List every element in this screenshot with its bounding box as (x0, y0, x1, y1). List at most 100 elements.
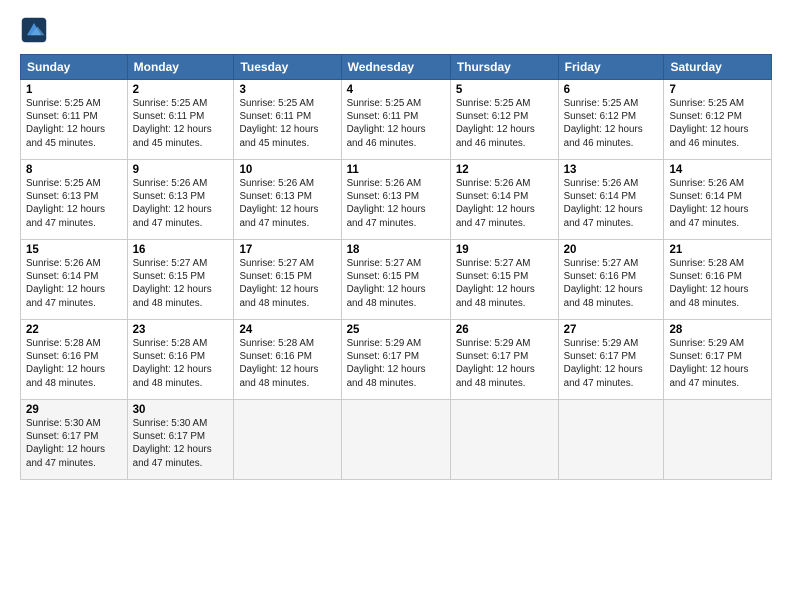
day-info: Sunrise: 5:30 AMSunset: 6:17 PMDaylight:… (133, 417, 229, 470)
calendar-header-friday: Friday (558, 55, 664, 80)
calendar-cell (664, 400, 772, 480)
calendar-cell: 26Sunrise: 5:29 AMSunset: 6:17 PMDayligh… (450, 320, 558, 400)
calendar-cell: 13Sunrise: 5:26 AMSunset: 6:14 PMDayligh… (558, 160, 664, 240)
day-number: 23 (133, 324, 229, 336)
day-number: 7 (669, 84, 766, 96)
day-number: 24 (239, 324, 335, 336)
calendar-cell: 6Sunrise: 5:25 AMSunset: 6:12 PMDaylight… (558, 80, 664, 160)
day-info: Sunrise: 5:26 AMSunset: 6:13 PMDaylight:… (133, 177, 229, 230)
day-number: 4 (347, 84, 445, 96)
calendar-cell: 10Sunrise: 5:26 AMSunset: 6:13 PMDayligh… (234, 160, 341, 240)
day-info: Sunrise: 5:25 AMSunset: 6:12 PMDaylight:… (564, 97, 659, 150)
calendar-cell: 3Sunrise: 5:25 AMSunset: 6:11 PMDaylight… (234, 80, 341, 160)
calendar-cell: 16Sunrise: 5:27 AMSunset: 6:15 PMDayligh… (127, 240, 234, 320)
day-info: Sunrise: 5:26 AMSunset: 6:14 PMDaylight:… (669, 177, 766, 230)
day-info: Sunrise: 5:25 AMSunset: 6:11 PMDaylight:… (133, 97, 229, 150)
day-number: 29 (26, 404, 122, 416)
day-info: Sunrise: 5:26 AMSunset: 6:13 PMDaylight:… (347, 177, 445, 230)
day-info: Sunrise: 5:26 AMSunset: 6:14 PMDaylight:… (26, 257, 122, 310)
calendar-table: SundayMondayTuesdayWednesdayThursdayFrid… (20, 54, 772, 480)
calendar-week-3: 15Sunrise: 5:26 AMSunset: 6:14 PMDayligh… (21, 240, 772, 320)
calendar-cell: 30Sunrise: 5:30 AMSunset: 6:17 PMDayligh… (127, 400, 234, 480)
day-info: Sunrise: 5:25 AMSunset: 6:11 PMDaylight:… (26, 97, 122, 150)
day-number: 17 (239, 244, 335, 256)
calendar-cell: 11Sunrise: 5:26 AMSunset: 6:13 PMDayligh… (341, 160, 450, 240)
day-number: 11 (347, 164, 445, 176)
calendar-cell: 29Sunrise: 5:30 AMSunset: 6:17 PMDayligh… (21, 400, 128, 480)
calendar-cell: 8Sunrise: 5:25 AMSunset: 6:13 PMDaylight… (21, 160, 128, 240)
day-info: Sunrise: 5:27 AMSunset: 6:16 PMDaylight:… (564, 257, 659, 310)
day-number: 27 (564, 324, 659, 336)
calendar-week-4: 22Sunrise: 5:28 AMSunset: 6:16 PMDayligh… (21, 320, 772, 400)
day-info: Sunrise: 5:28 AMSunset: 6:16 PMDaylight:… (26, 337, 122, 390)
day-number: 30 (133, 404, 229, 416)
calendar-header-row: SundayMondayTuesdayWednesdayThursdayFrid… (21, 55, 772, 80)
calendar-cell: 4Sunrise: 5:25 AMSunset: 6:11 PMDaylight… (341, 80, 450, 160)
day-number: 28 (669, 324, 766, 336)
calendar-header-thursday: Thursday (450, 55, 558, 80)
day-info: Sunrise: 5:25 AMSunset: 6:11 PMDaylight:… (239, 97, 335, 150)
day-info: Sunrise: 5:28 AMSunset: 6:16 PMDaylight:… (133, 337, 229, 390)
calendar-cell: 15Sunrise: 5:26 AMSunset: 6:14 PMDayligh… (21, 240, 128, 320)
day-number: 14 (669, 164, 766, 176)
day-number: 19 (456, 244, 553, 256)
page: SundayMondayTuesdayWednesdayThursdayFrid… (0, 0, 792, 612)
calendar-cell: 23Sunrise: 5:28 AMSunset: 6:16 PMDayligh… (127, 320, 234, 400)
day-number: 25 (347, 324, 445, 336)
day-info: Sunrise: 5:27 AMSunset: 6:15 PMDaylight:… (133, 257, 229, 310)
day-number: 2 (133, 84, 229, 96)
day-info: Sunrise: 5:25 AMSunset: 6:11 PMDaylight:… (347, 97, 445, 150)
day-info: Sunrise: 5:29 AMSunset: 6:17 PMDaylight:… (456, 337, 553, 390)
day-info: Sunrise: 5:25 AMSunset: 6:13 PMDaylight:… (26, 177, 122, 230)
day-info: Sunrise: 5:25 AMSunset: 6:12 PMDaylight:… (456, 97, 553, 150)
day-info: Sunrise: 5:26 AMSunset: 6:14 PMDaylight:… (456, 177, 553, 230)
calendar-cell: 25Sunrise: 5:29 AMSunset: 6:17 PMDayligh… (341, 320, 450, 400)
calendar-cell: 5Sunrise: 5:25 AMSunset: 6:12 PMDaylight… (450, 80, 558, 160)
calendar-header-sunday: Sunday (21, 55, 128, 80)
calendar-cell: 9Sunrise: 5:26 AMSunset: 6:13 PMDaylight… (127, 160, 234, 240)
calendar-cell: 21Sunrise: 5:28 AMSunset: 6:16 PMDayligh… (664, 240, 772, 320)
day-number: 5 (456, 84, 553, 96)
day-info: Sunrise: 5:26 AMSunset: 6:14 PMDaylight:… (564, 177, 659, 230)
calendar-cell: 2Sunrise: 5:25 AMSunset: 6:11 PMDaylight… (127, 80, 234, 160)
day-info: Sunrise: 5:27 AMSunset: 6:15 PMDaylight:… (347, 257, 445, 310)
day-number: 3 (239, 84, 335, 96)
day-number: 26 (456, 324, 553, 336)
calendar-cell: 18Sunrise: 5:27 AMSunset: 6:15 PMDayligh… (341, 240, 450, 320)
calendar-cell: 7Sunrise: 5:25 AMSunset: 6:12 PMDaylight… (664, 80, 772, 160)
calendar-cell: 17Sunrise: 5:27 AMSunset: 6:15 PMDayligh… (234, 240, 341, 320)
calendar-cell (450, 400, 558, 480)
day-number: 1 (26, 84, 122, 96)
day-number: 12 (456, 164, 553, 176)
calendar-cell (341, 400, 450, 480)
calendar-cell: 1Sunrise: 5:25 AMSunset: 6:11 PMDaylight… (21, 80, 128, 160)
day-info: Sunrise: 5:27 AMSunset: 6:15 PMDaylight:… (239, 257, 335, 310)
calendar-week-5: 29 Sunrise: 5:30 AMSunset: 6:17 PMDayligh… (21, 400, 772, 480)
calendar-week-2: 8Sunrise: 5:25 AMSunset: 6:13 PMDaylight… (21, 160, 772, 240)
calendar-cell: 28Sunrise: 5:29 AMSunset: 6:17 PMDayligh… (664, 320, 772, 400)
calendar-cell: 19Sunrise: 5:27 AMSunset: 6:15 PMDayligh… (450, 240, 558, 320)
day-number: 16 (133, 244, 229, 256)
calendar-header-monday: Monday (127, 55, 234, 80)
calendar-cell (558, 400, 664, 480)
day-number: 6 (564, 84, 659, 96)
calendar-header-saturday: Saturday (664, 55, 772, 80)
calendar-cell: 22Sunrise: 5:28 AMSunset: 6:16 PMDayligh… (21, 320, 128, 400)
day-info: Sunrise: 5:26 AMSunset: 6:13 PMDaylight:… (239, 177, 335, 230)
day-number: 15 (26, 244, 122, 256)
day-number: 13 (564, 164, 659, 176)
day-number: 9 (133, 164, 229, 176)
day-info: Sunrise: 5:29 AMSunset: 6:17 PMDaylight:… (564, 337, 659, 390)
calendar-week-1: 1Sunrise: 5:25 AMSunset: 6:11 PMDaylight… (21, 80, 772, 160)
day-info: Sunrise: 5:28 AMSunset: 6:16 PMDaylight:… (669, 257, 766, 310)
day-number: 20 (564, 244, 659, 256)
day-info: Sunrise: 5:27 AMSunset: 6:15 PMDaylight:… (456, 257, 553, 310)
calendar-header-wednesday: Wednesday (341, 55, 450, 80)
calendar-cell: 27Sunrise: 5:29 AMSunset: 6:17 PMDayligh… (558, 320, 664, 400)
day-number: 8 (26, 164, 122, 176)
day-number: 21 (669, 244, 766, 256)
day-info: Sunrise: 5:25 AMSunset: 6:12 PMDaylight:… (669, 97, 766, 150)
header (20, 16, 772, 44)
day-number: 22 (26, 324, 122, 336)
calendar-header-tuesday: Tuesday (234, 55, 341, 80)
